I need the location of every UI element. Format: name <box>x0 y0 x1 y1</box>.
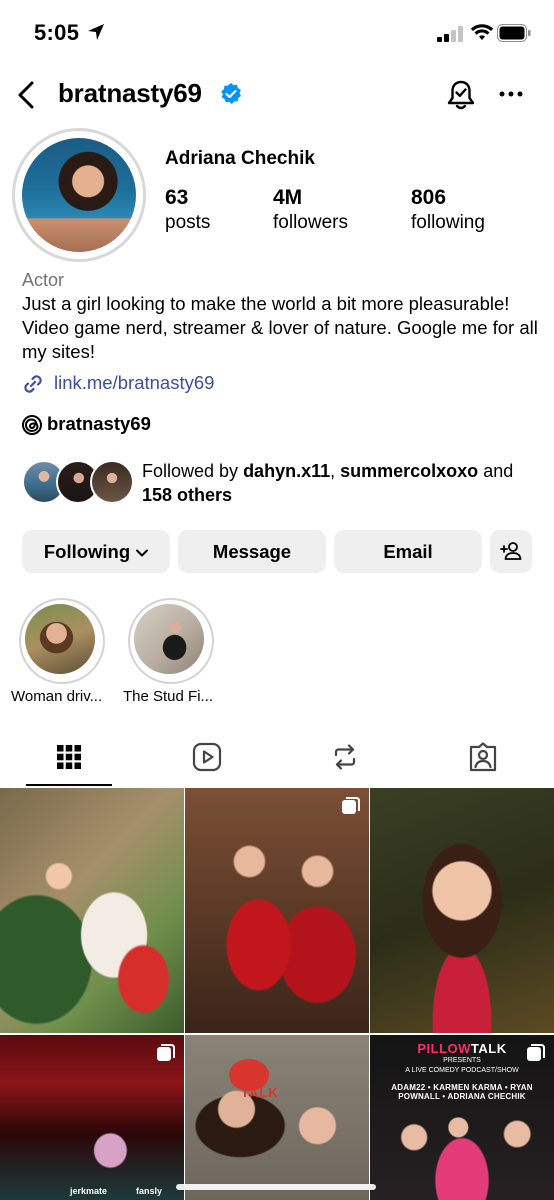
stat-following[interactable]: 806 following <box>411 186 485 234</box>
tab-tagged[interactable] <box>414 730 552 786</box>
notification-bell-icon[interactable] <box>446 78 476 112</box>
more-options-icon[interactable] <box>498 84 524 104</box>
post-subtitle: A LIVE COMEDY PODCAST/SHOW <box>405 1067 519 1074</box>
mutual-avatar-3 <box>90 460 134 504</box>
battery-icon <box>497 24 531 42</box>
stat-followers[interactable]: 4M followers <box>273 186 348 234</box>
post-sponsor-text: jerkmate <box>70 1186 108 1196</box>
post-names: ADAM22 • KARMEN KARMA • RYAN POWNALL • A… <box>391 1083 533 1101</box>
stat-following-label: following <box>411 212 485 233</box>
back-chevron-icon[interactable] <box>14 78 40 112</box>
status-bar: 5:05 <box>0 0 554 64</box>
profile-link-text: link.me/bratnasty69 <box>54 372 215 393</box>
followed-by-prefix: Followed by <box>142 461 244 481</box>
post-title-part: TALK <box>470 1041 507 1056</box>
location-arrow-icon <box>88 24 104 40</box>
post-thumbnail-6[interactable]: PILLOWTALK PRESENTS A LIVE COMEDY PODCAS… <box>370 1035 554 1200</box>
carousel-icon <box>342 797 360 814</box>
carousel-icon <box>157 1044 175 1061</box>
stat-followers-label: followers <box>273 212 348 233</box>
tab-reels[interactable] <box>138 730 276 786</box>
email-button[interactable]: Email <box>334 530 482 573</box>
home-indicator <box>176 1184 376 1190</box>
reels-icon <box>192 742 222 772</box>
post-title: PILLOWTALK <box>370 1041 554 1056</box>
highlight-label: The Stud Fi... <box>123 688 214 705</box>
tab-reposts[interactable] <box>276 730 414 786</box>
highlight-cover <box>134 604 204 674</box>
grid-icon <box>57 745 81 769</box>
post-thumbnail-2[interactable] <box>185 788 369 1033</box>
verified-badge-icon <box>221 83 241 104</box>
profile-category: Actor <box>22 270 65 290</box>
threads-icon <box>22 415 42 435</box>
profile-avatar-ring[interactable] <box>12 128 146 262</box>
stat-posts[interactable]: 63 posts <box>165 186 210 234</box>
status-time: 5:05 <box>34 20 80 45</box>
followed-by-text[interactable]: Followed by dahyn.x11, summercolxoxo and… <box>142 459 542 507</box>
profile-avatar <box>22 138 136 252</box>
profile-tabs <box>0 730 554 786</box>
mutual-followers-avatars[interactable] <box>22 460 134 506</box>
stat-posts-label: posts <box>165 212 211 233</box>
tab-posts-grid[interactable] <box>0 730 138 786</box>
following-button[interactable]: Following <box>22 530 170 573</box>
post-thumbnail-5[interactable]: TALK <box>185 1035 369 1200</box>
mutual-user-1: dahyn.x11 <box>243 461 331 481</box>
tagged-icon <box>469 742 497 772</box>
email-button-label: Email <box>383 541 433 562</box>
cellular-signal-icon <box>437 26 463 42</box>
post-brand-text: TALK <box>241 1085 279 1100</box>
chevron-down-icon <box>136 549 149 557</box>
profile-header: bratnasty69 <box>0 70 554 120</box>
post-sponsor-text: fansly <box>136 1186 163 1196</box>
post-presents: PRESENTS <box>443 1057 481 1064</box>
reposts-icon <box>334 744 356 770</box>
post-thumbnail-1[interactable] <box>0 788 184 1033</box>
followed-by-and: and <box>478 461 514 481</box>
wifi-icon <box>470 24 494 40</box>
stat-following-value: 806 <box>411 186 447 209</box>
stat-posts-value: 63 <box>165 186 189 209</box>
posts-grid: jerkmate fansly TALK PILLOWTALK PRESENTS… <box>0 788 554 1200</box>
profile-username: bratnasty69 <box>58 78 202 108</box>
message-button[interactable]: Message <box>178 530 326 573</box>
profile-bio: Just a girl looking to make the world a … <box>22 293 538 362</box>
active-tab-indicator <box>26 784 112 786</box>
mutual-user-2: summercolxoxo <box>340 461 479 481</box>
post-thumbnail-4[interactable]: jerkmate fansly <box>0 1035 184 1200</box>
add-user-icon <box>500 542 522 560</box>
suggested-users-button[interactable] <box>490 530 532 573</box>
message-button-label: Message <box>212 541 292 562</box>
threads-handle: bratnasty69 <box>47 413 151 434</box>
post-thumbnail-3[interactable] <box>370 788 554 1033</box>
stat-followers-value: 4M <box>273 186 303 209</box>
link-icon <box>24 375 42 393</box>
post-title-part: PILLOW <box>417 1041 471 1056</box>
followed-by-separator: , <box>330 461 341 481</box>
highlight-label: Woman driv... <box>11 688 103 705</box>
following-button-label: Following <box>43 541 131 562</box>
mutual-others-count: 158 others <box>142 485 233 505</box>
highlight-cover <box>25 604 95 674</box>
profile-full-name: Adriana Chechik <box>165 148 315 169</box>
